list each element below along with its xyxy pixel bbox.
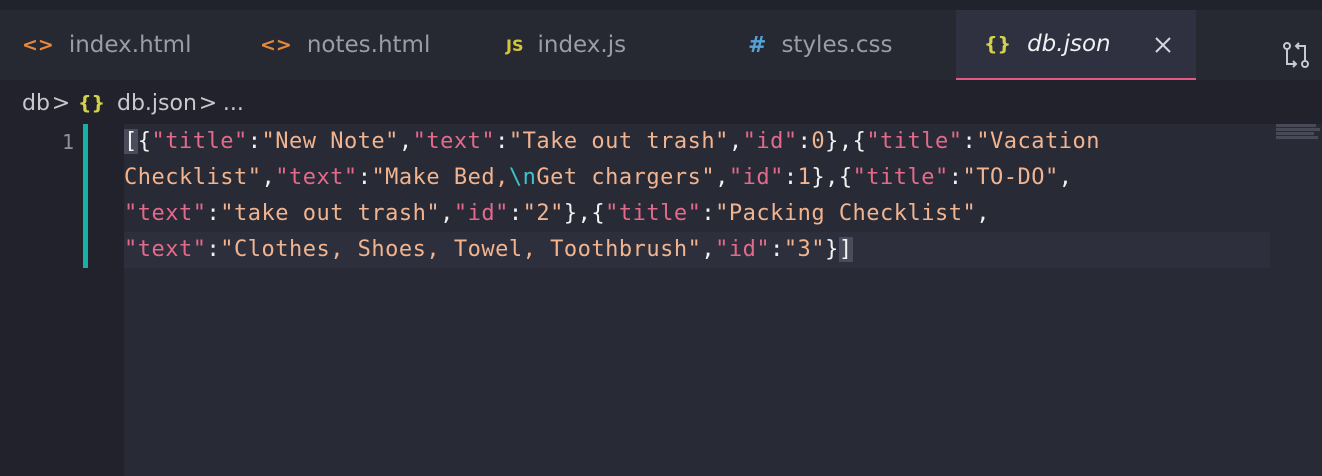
js-file-icon: JS — [506, 35, 524, 55]
code-content[interactable]: [{"title":"New Note","text":"Take out tr… — [124, 124, 1100, 268]
breadcrumb-folder[interactable]: db — [22, 91, 50, 116]
tab-bar: <> index.html <> notes.html JS index.js … — [0, 10, 1322, 80]
tab-db-json[interactable]: {} db.json — [956, 10, 1196, 80]
tab-notes-html[interactable]: <> notes.html — [238, 10, 478, 80]
line-number: 1 — [61, 130, 74, 154]
tab-styles-css[interactable]: # styles.css — [718, 10, 956, 80]
breadcrumb-symbol[interactable]: ... — [223, 91, 244, 116]
tab-label: index.js — [537, 32, 627, 58]
css-file-icon: # — [748, 32, 767, 58]
modified-line-indicator — [83, 124, 88, 268]
breadcrumb-file[interactable]: db.json — [117, 91, 197, 116]
tab-label: db.json — [1027, 31, 1111, 57]
tab-label: styles.css — [781, 32, 893, 58]
breadcrumb: db > {} db.json > ... — [0, 80, 1322, 126]
line-gutter — [0, 124, 124, 476]
tab-index-js[interactable]: JS index.js — [478, 10, 718, 80]
tab-label: notes.html — [306, 32, 431, 58]
chevron-right-icon: > — [51, 90, 71, 116]
html-file-icon: <> — [22, 34, 54, 56]
open-changes-icon[interactable] — [1278, 37, 1314, 73]
title-strip — [0, 0, 1322, 10]
minimap[interactable] — [1276, 124, 1322, 142]
tab-label: index.html — [68, 32, 192, 58]
json-file-icon: {} — [77, 92, 105, 114]
tab-index-html[interactable]: <> index.html — [0, 10, 238, 80]
chevron-right-icon: > — [198, 90, 218, 116]
json-file-icon: {} — [984, 33, 1012, 55]
html-file-icon: <> — [260, 34, 292, 56]
close-icon[interactable] — [1150, 32, 1176, 58]
